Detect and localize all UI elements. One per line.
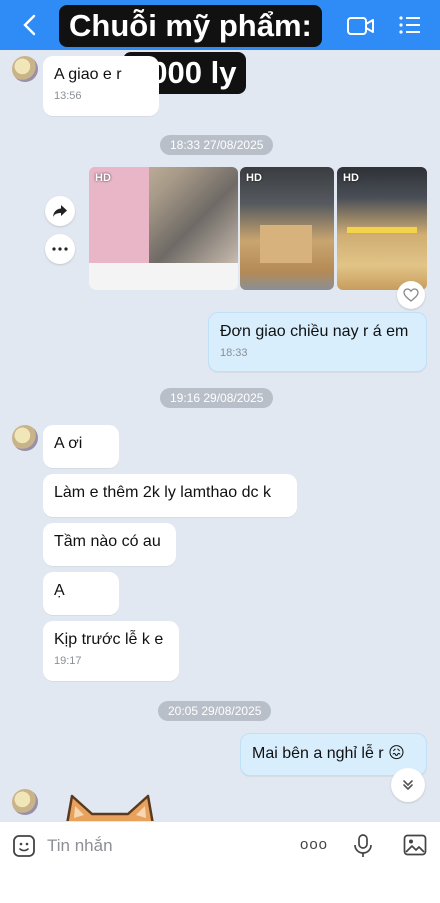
message-input-bar: Tin nhắn ooo — [0, 821, 440, 903]
avatar[interactable] — [12, 789, 38, 815]
photo-tape — [347, 227, 417, 233]
date-separator: 20:05 29/08/2025 — [158, 701, 272, 721]
react-button[interactable] — [397, 281, 425, 309]
video-call-icon[interactable] — [346, 15, 376, 37]
message-bubble[interactable]: Làm e thêm 2k ly lamthao dc k — [43, 474, 297, 517]
message-text: Mai bên a nghỉ lễ r — [252, 745, 384, 762]
caption-title: Chuỗi mỹ phẩm: — [59, 5, 322, 47]
avatar[interactable] — [12, 56, 38, 82]
more-options-icon[interactable]: ooo — [300, 836, 328, 853]
message-text: Làm e thêm 2k ly lamthao dc k — [54, 484, 271, 501]
hd-badge: HD — [246, 172, 262, 184]
heart-icon — [403, 288, 419, 302]
message-bubble[interactable]: Ạ — [43, 572, 119, 615]
message-bubble-own[interactable]: Đơn giao chiều nay r á em 18:33 — [208, 312, 427, 372]
more-dots-icon — [52, 247, 68, 251]
message-text: A ơi — [54, 435, 83, 452]
date-separator: 18:33 27/08/2025 — [160, 135, 274, 155]
image-icon[interactable] — [403, 834, 427, 856]
message-bubble[interactable]: A ơi — [43, 425, 119, 468]
message-bubble[interactable]: Kịp trước lễ k e 19:17 — [43, 621, 179, 681]
more-options-button[interactable] — [45, 234, 75, 264]
message-text: Kịp trước lễ k e — [54, 631, 164, 648]
back-arrow-icon[interactable] — [18, 12, 42, 38]
message-bubble[interactable]: Tầm nào có au — [43, 523, 176, 566]
avatar[interactable] — [12, 425, 38, 451]
message-time: 19:17 — [54, 655, 82, 667]
message-text: Đơn giao chiều nay r á em — [220, 323, 409, 340]
photo-footer-strip — [89, 263, 238, 290]
cat-sticker-icon — [66, 794, 154, 821]
date-separator: 19:16 29/08/2025 — [160, 388, 274, 408]
message-text: Ạ — [54, 582, 65, 599]
double-chevron-down-icon — [403, 780, 413, 791]
message-bubble[interactable]: A giao e r 13:56 — [43, 56, 159, 116]
message-input[interactable]: Tin nhắn — [47, 836, 113, 856]
photo-boxes — [260, 225, 312, 263]
photo-thumbnail[interactable]: HD — [240, 167, 334, 290]
scroll-down-button[interactable] — [391, 768, 425, 802]
photo-thumbnail[interactable]: HD — [337, 167, 427, 290]
message-text: Tầm nào có au — [54, 533, 161, 550]
emoji-icon: 😖 — [388, 743, 405, 762]
photo-thumbnail[interactable]: HD — [89, 167, 238, 290]
cat-sticker[interactable] — [62, 790, 158, 821]
message-text: A giao e r — [54, 66, 122, 83]
hd-badge: HD — [343, 172, 359, 184]
forward-button[interactable] — [45, 196, 75, 226]
microphone-icon[interactable] — [352, 833, 374, 859]
forward-icon — [53, 205, 67, 217]
message-time: 13:56 — [54, 90, 82, 102]
sticker-icon[interactable] — [12, 834, 36, 858]
menu-list-icon[interactable] — [398, 15, 422, 35]
hd-badge: HD — [95, 172, 111, 184]
message-time: 18:33 — [220, 347, 248, 359]
